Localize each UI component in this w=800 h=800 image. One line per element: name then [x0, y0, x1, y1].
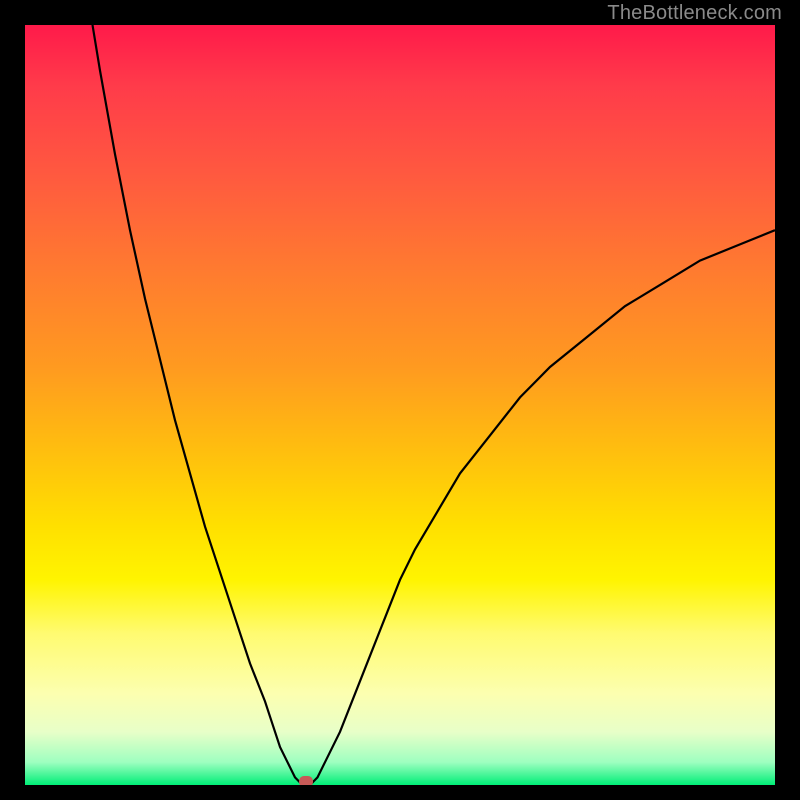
- optimal-point-marker: [299, 776, 313, 785]
- watermark-text: TheBottleneck.com: [607, 2, 782, 25]
- plot-area: [25, 25, 775, 785]
- bottleneck-curve: [25, 25, 775, 785]
- curve-line: [93, 25, 776, 785]
- chart-frame: TheBottleneck.com: [0, 0, 800, 800]
